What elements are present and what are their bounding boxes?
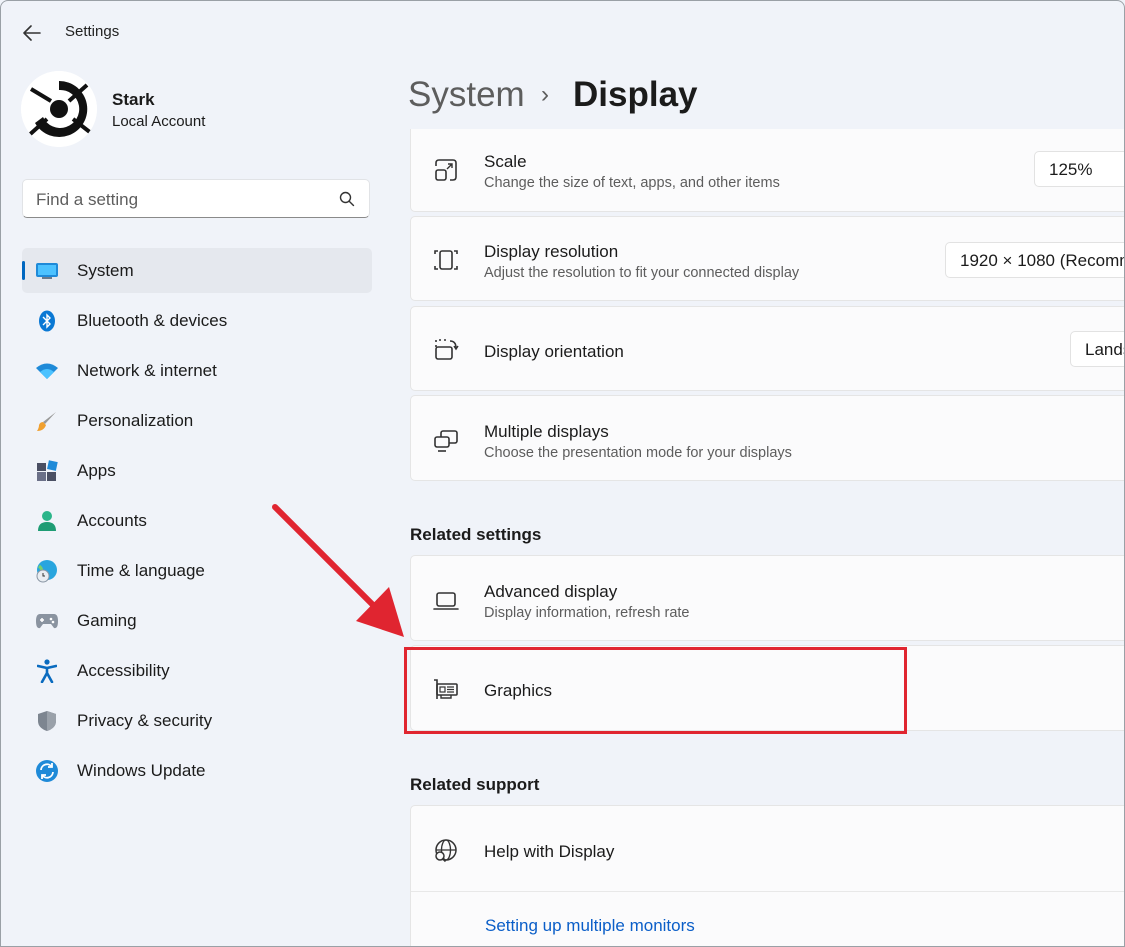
search-icon[interactable] xyxy=(339,191,355,207)
wifi-icon xyxy=(35,360,59,382)
sidebar-item-label: Time & language xyxy=(77,561,205,580)
resolution-subtitle: Adjust the resolution to fit your connec… xyxy=(484,265,800,281)
title-bar: Settings xyxy=(1,1,1124,61)
resolution-dropdown[interactable]: 1920 × 1080 (Recommended) xyxy=(945,242,1124,278)
divider xyxy=(411,891,1124,892)
sidebar-item-label: Accounts xyxy=(77,511,147,530)
sidebar-item-bluetooth[interactable]: Bluetooth & devices xyxy=(22,298,372,343)
active-indicator xyxy=(22,261,25,280)
multiple-displays-title: Multiple displays xyxy=(484,422,609,441)
scale-setting: Scale Change the size of text, apps, and… xyxy=(410,129,1124,212)
sidebar-item-windows-update[interactable]: Windows Update xyxy=(22,748,372,793)
sidebar-item-label: Windows Update xyxy=(77,761,206,780)
scale-icon xyxy=(435,159,457,181)
app-title: Settings xyxy=(65,23,120,40)
graphics-highlight-box xyxy=(404,647,907,734)
page-title: Display xyxy=(573,75,698,114)
back-arrow-icon xyxy=(23,25,41,41)
system-display-icon xyxy=(35,260,59,282)
settings-window: Settings Stark Local Account System Blue… xyxy=(0,0,1125,947)
sidebar-item-label: Personalization xyxy=(77,411,194,430)
setting-up-multiple-monitors-link[interactable]: Setting up multiple monitors xyxy=(485,916,695,936)
gamepad-icon xyxy=(35,610,59,632)
search-input[interactable] xyxy=(23,180,338,219)
search-box[interactable] xyxy=(22,179,370,219)
account-type: Local Account xyxy=(112,113,206,130)
sidebar-item-privacy-security[interactable]: Privacy & security xyxy=(22,698,372,743)
advanced-display-subtitle: Display information, refresh rate xyxy=(484,605,690,621)
display-orientation-setting: Display orientation Landscape xyxy=(410,306,1124,391)
shield-icon xyxy=(35,710,59,732)
person-icon xyxy=(35,510,59,532)
sidebar-item-apps[interactable]: Apps xyxy=(22,448,372,493)
update-icon xyxy=(35,760,59,782)
help-with-display-title: Help with Display xyxy=(484,842,615,861)
sidebar-item-label: Apps xyxy=(77,461,116,480)
paintbrush-icon xyxy=(35,410,59,432)
orientation-title: Display orientation xyxy=(484,342,624,361)
orientation-icon xyxy=(435,339,459,360)
laptop-icon xyxy=(433,592,459,610)
scale-dropdown[interactable]: 125% xyxy=(1034,151,1124,187)
avatar-logo-icon xyxy=(21,71,97,147)
display-resolution-setting: Display resolution Adjust the resolution… xyxy=(410,216,1124,301)
sidebar-item-label: Accessibility xyxy=(77,661,170,680)
back-button[interactable] xyxy=(19,21,45,45)
scale-subtitle: Change the size of text, apps, and other… xyxy=(484,175,780,191)
related-support-heading: Related support xyxy=(410,775,540,794)
sidebar-item-label: Gaming xyxy=(77,611,137,630)
advanced-display-setting[interactable]: Advanced display Display information, re… xyxy=(410,555,1124,641)
user-name: Stark xyxy=(112,90,155,109)
advanced-display-title: Advanced display xyxy=(484,582,618,601)
sidebar-item-label: System xyxy=(77,261,134,280)
resolution-icon xyxy=(434,250,458,270)
multiple-displays-setting[interactable]: Multiple displays Choose the presentatio… xyxy=(410,395,1124,481)
accessibility-icon xyxy=(35,659,59,683)
breadcrumb-separator: › xyxy=(541,81,549,108)
sidebar-item-system[interactable]: System xyxy=(22,248,372,293)
sidebar-item-personalization[interactable]: Personalization xyxy=(22,398,372,443)
sidebar-item-label: Network & internet xyxy=(77,361,217,380)
bluetooth-icon xyxy=(35,310,59,332)
sidebar-item-label: Bluetooth & devices xyxy=(77,311,228,330)
breadcrumb-system[interactable]: System xyxy=(408,75,525,115)
multiple-displays-subtitle: Choose the presentation mode for your di… xyxy=(484,445,792,461)
resolution-title: Display resolution xyxy=(484,242,619,261)
avatar[interactable] xyxy=(21,71,97,147)
apps-icon xyxy=(35,460,59,482)
globe-search-icon xyxy=(435,839,457,863)
orientation-dropdown[interactable]: Landscape xyxy=(1070,331,1124,367)
related-settings-heading: Related settings xyxy=(410,525,542,544)
sidebar-item-label: Privacy & security xyxy=(77,711,213,730)
globe-clock-icon xyxy=(35,560,59,583)
sidebar-item-accessibility[interactable]: Accessibility xyxy=(22,648,372,693)
red-arrow-annotation xyxy=(272,504,404,637)
multiple-displays-icon xyxy=(434,430,458,452)
sidebar-item-network[interactable]: Network & internet xyxy=(22,348,372,393)
scale-title: Scale xyxy=(484,152,527,171)
